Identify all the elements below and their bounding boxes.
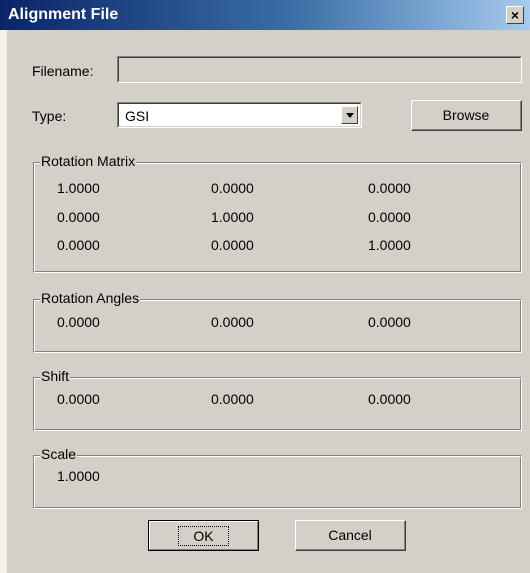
shift-group: Shift [33,368,522,431]
matrix-cell-1-3: 0.0000 [368,180,411,196]
close-icon: × [510,7,520,23]
rotation-matrix-group: Rotation Matrix [33,153,522,273]
window-title: Alignment File [8,6,119,23]
rotation-angles-title: Rotation Angles [40,290,141,306]
cancel-button[interactable]: Cancel [295,520,406,551]
title-bar: Alignment File × [0,0,530,30]
rotation-angles-group: Rotation Angles [33,290,522,353]
angle-z-value: 0.0000 [368,314,411,330]
type-label: Type: [32,108,67,124]
matrix-cell-2-3: 0.0000 [368,209,411,225]
shift-title: Shift [40,368,71,384]
filename-label: Filename: [32,63,94,79]
cancel-button-label: Cancel [328,527,372,543]
shift-x-value: 0.0000 [57,391,100,407]
matrix-cell-2-1: 0.0000 [57,209,100,225]
matrix-cell-3-1: 0.0000 [57,237,100,253]
ok-button-label: OK [178,525,229,546]
rotation-matrix-title: Rotation Matrix [40,153,137,169]
matrix-cell-2-2: 1.0000 [211,209,254,225]
browse-button-label: Browse [442,107,490,123]
close-button[interactable]: × [506,6,524,24]
shift-y-value: 0.0000 [211,391,254,407]
window-frame [0,30,7,573]
type-select-value: GSI [125,108,150,124]
matrix-cell-3-2: 0.0000 [211,237,254,253]
scale-group: Scale [33,446,522,509]
browse-button[interactable]: Browse [411,100,522,131]
chevron-down-icon[interactable] [341,106,358,124]
scale-title: Scale [40,446,78,462]
matrix-cell-3-3: 1.0000 [368,237,411,253]
matrix-cell-1-1: 1.0000 [57,180,100,196]
filename-field[interactable] [117,56,522,83]
angle-x-value: 0.0000 [57,314,100,330]
ok-button[interactable]: OK [148,520,259,551]
type-select[interactable]: GSI [117,102,362,128]
matrix-cell-1-2: 0.0000 [211,180,254,196]
angle-y-value: 0.0000 [211,314,254,330]
shift-z-value: 0.0000 [368,391,411,407]
scale-value: 1.0000 [57,468,100,484]
